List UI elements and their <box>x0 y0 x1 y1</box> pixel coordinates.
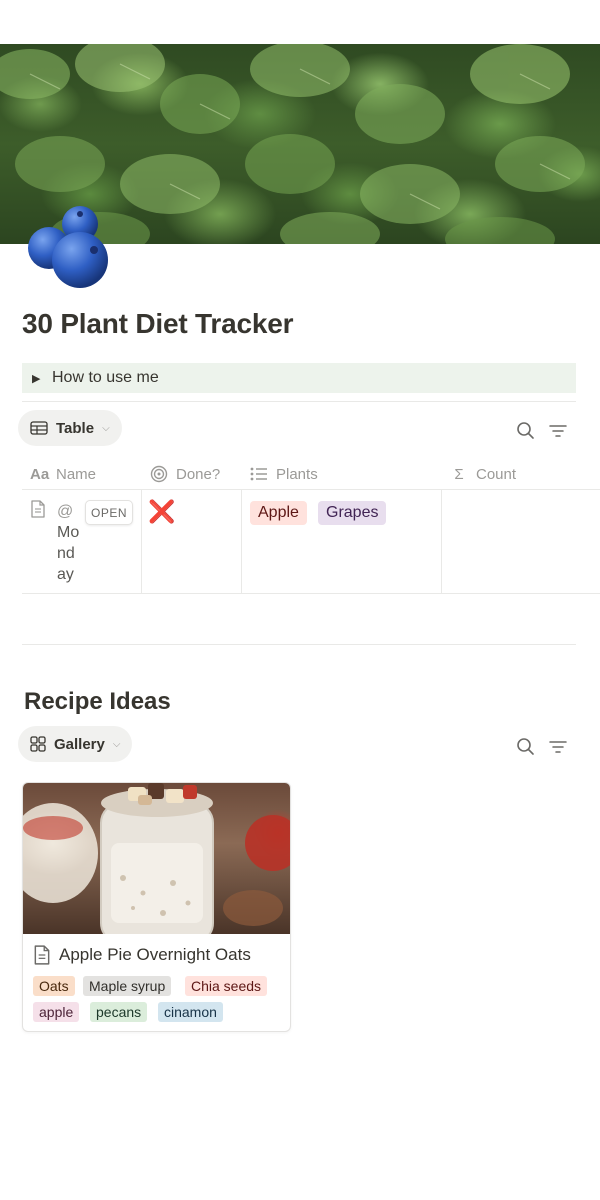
card-title-row[interactable]: Apple Pie Overnight Oats <box>33 945 251 965</box>
column-divider <box>141 490 142 593</box>
divider <box>22 644 576 645</box>
column-divider <box>441 490 442 593</box>
plant-tag[interactable]: Apple <box>250 501 307 525</box>
search-icon[interactable] <box>516 737 536 757</box>
plant-tag[interactable]: Grapes <box>318 501 387 525</box>
target-icon <box>150 465 168 483</box>
ingredient-tag: Chia seeds <box>185 976 268 996</box>
gallery-icon <box>30 736 46 752</box>
row-name-date[interactable]: Monday <box>57 522 83 585</box>
toggle-triangle-icon[interactable]: ▶ <box>32 372 52 385</box>
column-label: Done? <box>176 465 221 483</box>
search-icon[interactable] <box>516 421 536 441</box>
column-header-name[interactable]: Aa Name <box>30 458 96 490</box>
top-bar <box>0 0 600 44</box>
column-header-plants[interactable]: Plants <box>250 458 318 490</box>
divider <box>22 401 576 402</box>
card-title: Apple Pie Overnight Oats <box>59 945 251 964</box>
table-icon <box>30 421 48 435</box>
table-row-border <box>22 593 600 594</box>
view-label: Gallery <box>54 735 105 753</box>
ingredient-tag: cinamon <box>158 1002 223 1022</box>
table-header-border <box>22 489 600 490</box>
how-to-use-toggle[interactable]: ▶ How to use me <box>22 363 576 393</box>
count-cell[interactable] <box>450 500 590 520</box>
row-name[interactable]: @ <box>57 501 83 522</box>
page-icon <box>31 500 45 518</box>
chevron-down-icon: ⌵ <box>102 422 110 434</box>
column-label: Name <box>56 465 97 483</box>
blueberries-icon[interactable] <box>24 204 112 292</box>
filter-icon[interactable] <box>548 421 568 441</box>
ingredient-tag: pecans <box>90 1002 148 1022</box>
gallery-card[interactable]: Apple Pie Overnight Oats Oats Maple syru… <box>22 782 291 1032</box>
ingredient-tag: Maple syrup <box>83 976 172 996</box>
table-view-switcher[interactable]: Table ⌵ <box>18 410 122 446</box>
text-type-icon: Aa <box>30 465 50 483</box>
page-title: 30 Plant Diet Tracker <box>22 308 294 339</box>
column-header-count[interactable]: Σ Count <box>450 458 516 490</box>
filter-icon[interactable] <box>548 737 568 757</box>
view-label: Table <box>56 419 95 437</box>
ingredient-tag: Oats <box>33 976 75 996</box>
card-cover-image <box>23 783 290 934</box>
section-heading: Recipe Ideas <box>24 688 171 715</box>
done-cross-icon[interactable]: ❌ <box>148 500 175 524</box>
toggle-label: How to use me <box>52 369 159 386</box>
column-label: Plants <box>276 465 318 483</box>
list-icon <box>250 467 267 481</box>
chevron-down-icon: ⌵ <box>112 738 121 750</box>
mention-at: @ <box>57 503 74 520</box>
gallery-view-switcher[interactable]: Gallery ⌵ <box>18 726 133 762</box>
ingredient-tag: apple <box>33 1002 80 1022</box>
column-header-done[interactable]: Done? <box>150 458 220 490</box>
column-label: Count <box>476 465 517 483</box>
sigma-icon: Σ <box>454 465 464 483</box>
column-divider <box>241 490 242 593</box>
page-icon <box>34 945 50 965</box>
open-button[interactable]: OPEN <box>85 500 133 525</box>
